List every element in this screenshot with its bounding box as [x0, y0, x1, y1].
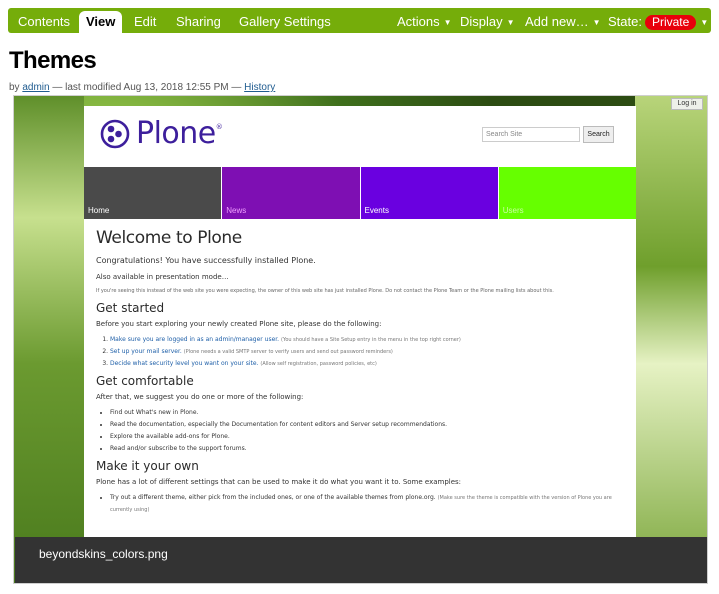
make-own-heading: Make it your own	[96, 459, 199, 473]
screenshot-site: Plone® Search Site Search Home News Even…	[84, 106, 636, 542]
actions-menu[interactable]: Actions ▼	[397, 8, 452, 33]
chevron-down-icon: ▼	[443, 18, 452, 27]
image-filename: beyondskins_colors.png	[39, 547, 168, 561]
step-link: Decide what security level you want on y…	[110, 360, 259, 367]
list-item: Decide what security level you want on y…	[110, 358, 626, 370]
presentation-link: Also available in presentation mode…	[96, 273, 229, 281]
nav-home-label: Home	[88, 206, 110, 215]
settings-text: Plone has a lot of different settings th…	[96, 478, 462, 486]
nav-events: Events	[360, 167, 499, 219]
notice-text: If you're seeing this instead of the web…	[96, 288, 554, 294]
congrats-text: Congratulations! You have successfully i…	[96, 256, 316, 265]
nav-users-label: Users	[502, 206, 524, 215]
example-text: Try out a different theme, either pick f…	[110, 494, 436, 501]
site-nav: Home News Events Users	[84, 167, 636, 219]
list-item: Make sure you are logged in as an admin/…	[110, 334, 626, 346]
grass-background-left	[14, 96, 84, 583]
nav-users: Users	[498, 167, 636, 219]
nav-news: News	[222, 167, 361, 219]
list-item: Read and/or subscribe to the support for…	[110, 443, 626, 455]
image-preview[interactable]: Log in Plone® Search Site Search Home Ne…	[13, 95, 708, 584]
site-content: Welcome to Plone Congratulations! You ha…	[96, 228, 626, 519]
plone-wordmark-text: Plone	[136, 116, 216, 151]
grass-background-right	[635, 96, 707, 583]
step-note: (Plone needs a valid SMTP server to veri…	[183, 349, 393, 355]
by-label: by	[9, 82, 20, 93]
plone-logo-icon	[100, 119, 130, 148]
state-badge: Private	[644, 15, 697, 30]
chevron-down-icon: ▼	[506, 18, 515, 27]
state-menu[interactable]: State: Private ▼	[608, 8, 708, 33]
chevron-down-icon: ▼	[592, 18, 601, 27]
tab-contents[interactable]: Contents	[18, 8, 70, 33]
tab-view[interactable]: View	[79, 11, 123, 33]
login-link: Log in	[671, 98, 703, 110]
step-note: (You should have a Site Setup entry in t…	[281, 337, 461, 343]
step-link: Set up your mail server.	[110, 348, 182, 355]
get-comfortable-heading: Get comfortable	[96, 374, 194, 388]
step-link: Make sure you are logged in as an admin/…	[110, 336, 280, 343]
tab-gallery-settings[interactable]: Gallery Settings	[239, 8, 331, 33]
list-item: Try out a different theme, either pick f…	[110, 492, 626, 516]
plone-wordmark: Plone®	[136, 116, 223, 151]
tab-sharing[interactable]: Sharing	[176, 8, 221, 33]
examples-list: Try out a different theme, either pick f…	[110, 492, 626, 516]
display-menu[interactable]: Display ▼	[460, 8, 515, 33]
page-title: Themes	[9, 47, 97, 74]
search-input: Search Site	[482, 127, 580, 142]
after-text: After that, we suggest you do one or mor…	[96, 393, 304, 401]
before-text: Before you start exploring your newly cr…	[96, 320, 382, 328]
chevron-down-icon: ▼	[700, 18, 709, 27]
list-item: Find out What's new in Plone.	[110, 407, 626, 419]
actions-menu-label: Actions	[397, 14, 440, 29]
suggestions-list: Find out What's new in Plone. Read the d…	[110, 407, 626, 455]
state-label: State:	[608, 14, 642, 29]
image-caption-bar: beyondskins_colors.png	[15, 537, 707, 583]
display-menu-label: Display	[460, 14, 503, 29]
tab-edit[interactable]: Edit	[134, 8, 156, 33]
modified-text: — last modified Aug 13, 2018 12:55 PM —	[52, 82, 242, 93]
byline: by admin — last modified Aug 13, 2018 12…	[9, 82, 275, 93]
list-item: Explore the available add-ons for Plone.	[110, 431, 626, 443]
list-item: Read the documentation, especially the D…	[110, 419, 626, 431]
nav-home: Home	[84, 167, 223, 219]
nav-news-label: News	[226, 206, 247, 215]
plone-logo: Plone®	[100, 116, 223, 151]
search-button: Search	[583, 126, 614, 143]
edit-toolbar: Contents View Edit Sharing Gallery Setti…	[8, 8, 711, 33]
list-item: Set up your mail server. (Plone needs a …	[110, 346, 626, 358]
author-link[interactable]: admin	[22, 82, 49, 93]
add-new-menu[interactable]: Add new… ▼	[525, 8, 601, 33]
registered-mark: ®	[215, 123, 223, 131]
history-link[interactable]: History	[244, 82, 275, 93]
welcome-heading: Welcome to Plone	[96, 228, 242, 248]
add-new-menu-label: Add new…	[525, 14, 589, 29]
get-started-heading: Get started	[96, 301, 165, 315]
step-note: (Allow self registration, password polic…	[260, 361, 377, 367]
steps-list: Make sure you are logged in as an admin/…	[110, 334, 626, 370]
nav-events-label: Events	[364, 206, 389, 215]
